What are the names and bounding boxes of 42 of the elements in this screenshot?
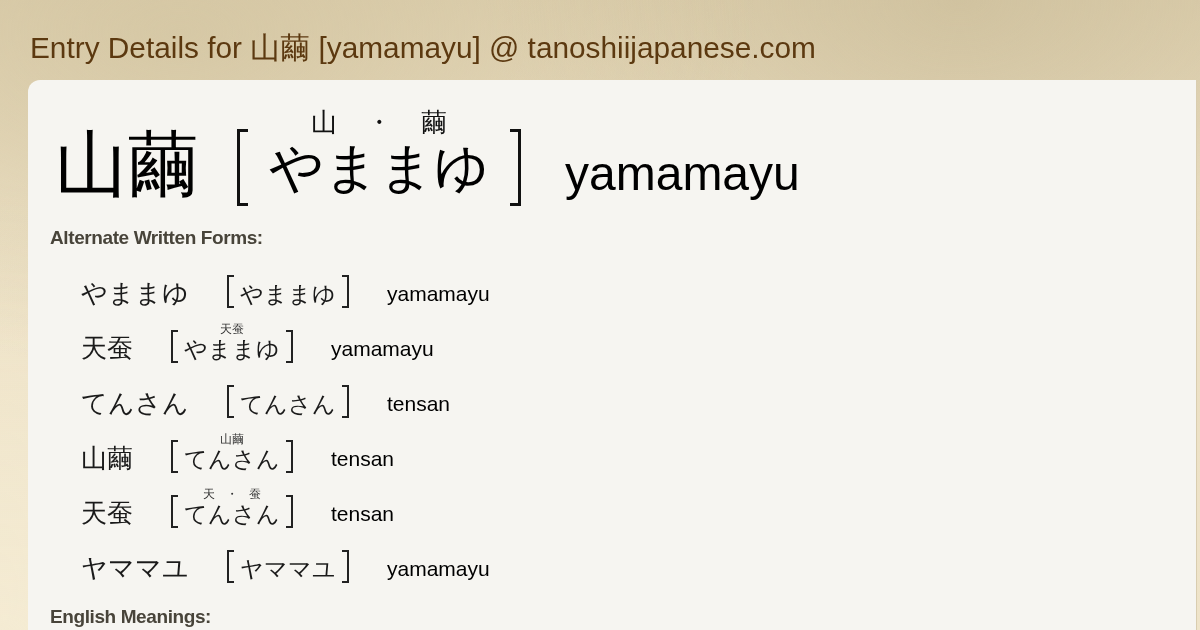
right-bracket-icon (286, 495, 293, 528)
written-form: 天蚕 (81, 333, 133, 363)
section-heading: English Meanings: (50, 608, 212, 626)
right-bracket-icon (286, 330, 293, 363)
romaji-text: yamamayu (387, 557, 490, 581)
right-bracket-icon (342, 275, 349, 308)
romaji-text: yamamayu (331, 337, 434, 361)
kana-reading: やままゆ (240, 280, 336, 308)
left-bracket-icon (227, 385, 234, 418)
written-form: ヤママユ (81, 553, 189, 583)
romaji-text: yamamayu (387, 282, 490, 306)
kana-reading: やままゆ (184, 335, 280, 363)
headword: 山繭 (55, 128, 199, 200)
left-bracket-icon (227, 275, 234, 308)
kana-reading: やままゆ (269, 137, 489, 199)
written-form: 山繭 (81, 443, 133, 473)
written-form: てんさん (81, 388, 189, 418)
right-bracket-icon (510, 129, 521, 206)
left-bracket-icon (171, 440, 178, 473)
kana-reading: てんさん (184, 445, 280, 473)
section-heading: Alternate Written Forms: (50, 227, 263, 249)
romaji-text: tensan (331, 447, 395, 471)
right-bracket-icon (286, 440, 293, 473)
kana-reading: ヤママユ (240, 555, 336, 583)
romaji-text: yamamayu (565, 150, 800, 198)
romaji-text: tensan (387, 392, 451, 416)
right-bracket-icon (342, 550, 349, 583)
written-form: やままゆ (81, 278, 189, 308)
kana-reading: てんさん (184, 500, 280, 528)
furigana-text: 山繭 (220, 433, 244, 445)
furigana-text: 天 ・ 蚕 (203, 488, 261, 500)
romaji-text: tensan (331, 502, 395, 526)
right-bracket-icon (342, 385, 349, 418)
left-bracket-icon (171, 330, 178, 363)
left-bracket-icon (227, 550, 234, 583)
page-title: Entry Details for 山繭 [yamamayu] @ tanoshiijapanese.com (30, 30, 816, 66)
left-bracket-icon (171, 495, 178, 528)
furigana-text: 天蚕 (220, 323, 244, 335)
kana-reading: てんさん (240, 390, 336, 418)
left-bracket-icon (237, 129, 248, 206)
furigana-text: 山 ・ 繭 (310, 107, 448, 137)
written-form: 天蚕 (81, 498, 133, 528)
